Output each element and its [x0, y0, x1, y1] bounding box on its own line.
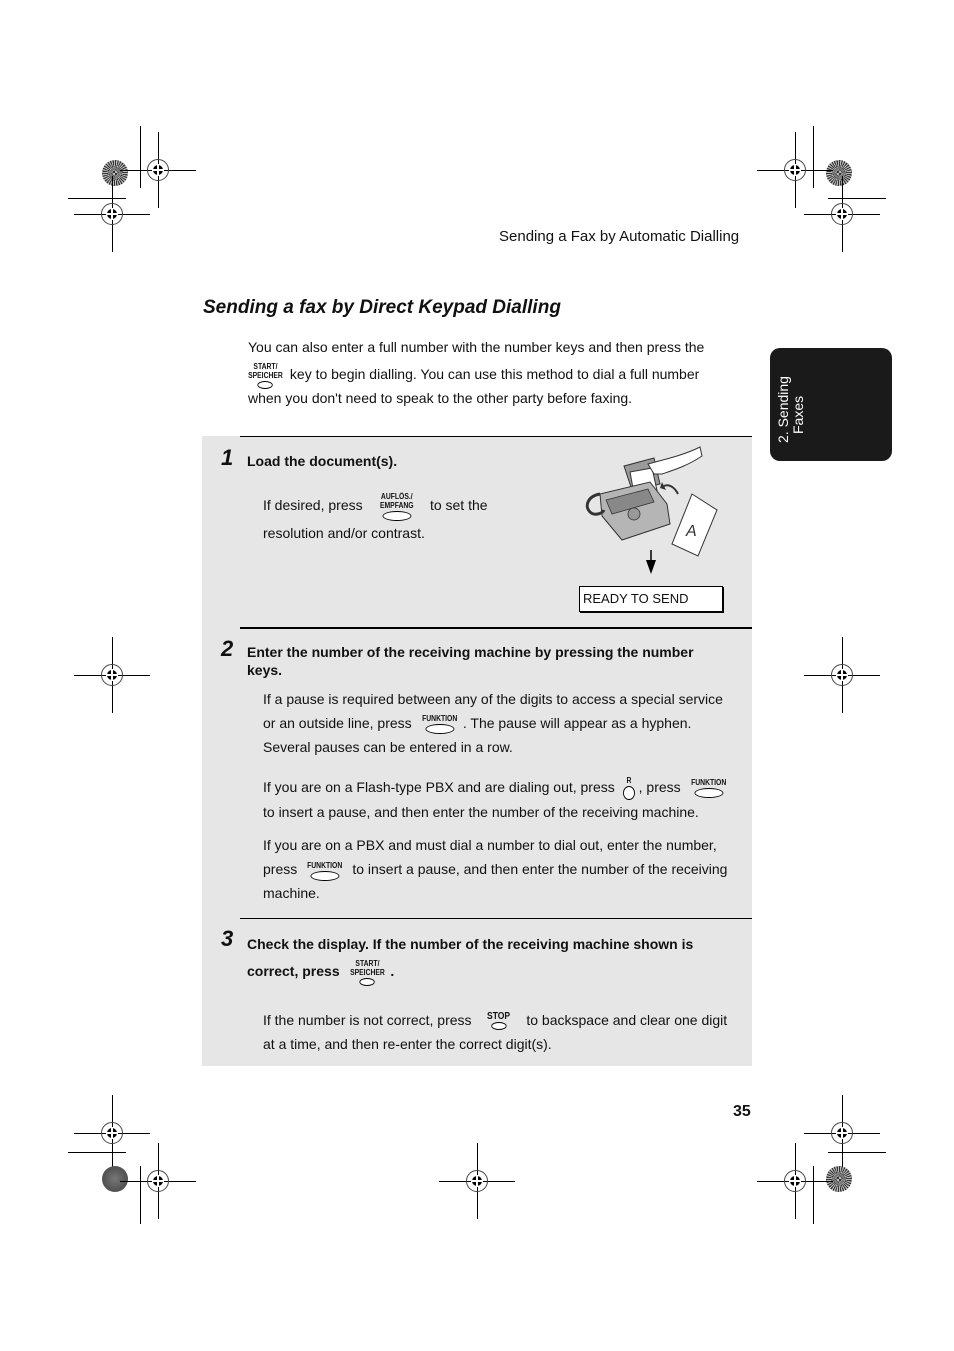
page-number: 35 [733, 1103, 751, 1120]
step-heading: Enter the number of the receiving machin… [247, 643, 747, 679]
crop-line [813, 126, 814, 188]
start-speicher-key-icon: START/ SPEICHER [349, 959, 385, 986]
key-circle [622, 786, 635, 801]
step-heading-line: correct, press START/ SPEICHER . [247, 959, 747, 986]
step-text-line: machine. [263, 885, 320, 902]
step-body: If desired, press AUFLÖS./ EMPFANG to se… [263, 492, 523, 545]
step-text: press [263, 861, 298, 878]
step-text-line: to insert a pause, and then enter the nu… [263, 804, 699, 821]
key-label: FUNKTION [690, 778, 726, 788]
step-text: to backspace and clear one digit [526, 1012, 728, 1028]
crop-line [140, 1166, 141, 1224]
step-text: . [390, 963, 395, 980]
step-text: If the number is not correct, press [263, 1012, 472, 1028]
funktion-key-icon: FUNKTION [307, 861, 342, 881]
funktion-key-icon: FUNKTION [421, 714, 457, 735]
step-text-line: If a pause is required between any of th… [263, 691, 723, 707]
key-label: FUNKTION [421, 714, 457, 724]
step-text: to set the [429, 497, 488, 514]
section-title: Sending a fax by Direct Keypad Dialling [203, 297, 561, 318]
step-text: If desired, press [263, 497, 363, 514]
step-heading: Check the display. If the number of the … [247, 933, 747, 986]
key-oval [693, 788, 723, 799]
start-speicher-key-icon: START/ SPEICHER [248, 362, 283, 389]
key-label: SPEICHER [248, 370, 283, 380]
step-body: If the number is not correct, press STOP… [263, 1008, 748, 1056]
crop-line [828, 198, 886, 199]
step-text-line: If you are on a Flash-type PBX and are d… [263, 775, 748, 801]
starburst-mark-icon [826, 1166, 852, 1192]
starburst-mark-icon [102, 1166, 128, 1192]
step-text-line: If you are on a PBX and must dial a numb… [263, 837, 717, 854]
svg-text:A: A [685, 523, 697, 540]
key-oval [381, 511, 411, 521]
step-text: If you are on a Flash-type PBX and are d… [263, 779, 615, 795]
divider [240, 918, 752, 919]
step-text-line: Several pauses can be entered in a row. [263, 739, 513, 755]
starburst-mark-icon [826, 160, 852, 186]
key-oval [257, 380, 274, 389]
key-label: R [626, 776, 632, 786]
fax-machine-illustration: A [585, 446, 718, 574]
key-label: START/ [354, 959, 379, 968]
step-text: or an outside line, press [263, 715, 412, 731]
lcd-display-readout: READY TO SEND [579, 586, 723, 612]
key-label: STOP [487, 1011, 511, 1023]
crop-line [68, 198, 126, 199]
funktion-key-icon: FUNKTION [690, 778, 726, 799]
key-label: EMPFANG [379, 501, 414, 510]
step-number: 1 [221, 445, 234, 470]
key-label: AUFLÖS./ [380, 492, 413, 501]
key-oval [359, 978, 375, 986]
step-text-line: If the number is not correct, press STOP… [263, 1008, 748, 1032]
step-heading-line: Check the display. If the number of the … [247, 936, 694, 952]
key-label: FUNKTION [307, 860, 343, 870]
divider [240, 436, 752, 437]
intro-line: when you don't need to speak to the othe… [248, 389, 633, 406]
step-text: correct, press [247, 963, 340, 980]
stop-key-icon: STOP [487, 1011, 511, 1031]
step-text-line: or an outside line, press FUNKTION . The… [263, 711, 748, 735]
intro-text: key to begin dialling. You can use this … [289, 366, 700, 382]
crop-line [68, 1152, 126, 1153]
starburst-mark-icon [102, 160, 128, 186]
aufloes-empfang-key-icon: AUFLÖS./ EMPFANG [379, 492, 413, 521]
crop-line [828, 1152, 886, 1153]
crop-line [813, 1166, 814, 1224]
key-oval [491, 1022, 507, 1031]
running-head: Sending a Fax by Automatic Dialling [499, 228, 740, 245]
chapter-tab-label: 2. Sending Faxes [775, 376, 806, 443]
step-text: to insert a pause, and then enter the nu… [352, 861, 728, 878]
step-text-line: resolution and/or contrast. [263, 525, 425, 541]
step-heading-line: keys. [247, 662, 283, 678]
key-label: SPEICHER [349, 968, 385, 977]
chapter-tab-line2: Faxes [790, 395, 806, 434]
intro-paragraph: You can also enter a full number with th… [248, 334, 738, 412]
steps-panel: 1 Load the document(s). If desired, pres… [202, 436, 752, 1066]
step-body: If a pause is required between any of th… [263, 687, 748, 905]
key-oval [424, 724, 454, 735]
chapter-tab-line1: 2. Sending [775, 376, 791, 443]
step-number: 2 [221, 636, 234, 661]
step-heading: Load the document(s). [247, 453, 398, 469]
step-number: 3 [221, 926, 234, 951]
step-text-line: press FUNKTION to insert a pause, and th… [263, 857, 748, 881]
step-text: , press [638, 779, 681, 795]
r-key-icon: R [622, 776, 635, 801]
key-oval [310, 870, 340, 881]
step-heading-line: Enter the number of the receiving machin… [247, 644, 694, 660]
crop-line [140, 126, 141, 188]
step-text: . The pause will appear as a hyphen. [462, 715, 692, 731]
step-text-line: If desired, press AUFLÖS./ EMPFANG to se… [263, 492, 523, 521]
chapter-side-tab: 2. Sending Faxes [770, 348, 892, 461]
divider [240, 627, 752, 629]
key-label: START/ [253, 361, 278, 371]
step-text-line: at a time, and then re-enter the correct… [263, 1036, 552, 1052]
intro-line: You can also enter a full number with th… [248, 339, 705, 355]
